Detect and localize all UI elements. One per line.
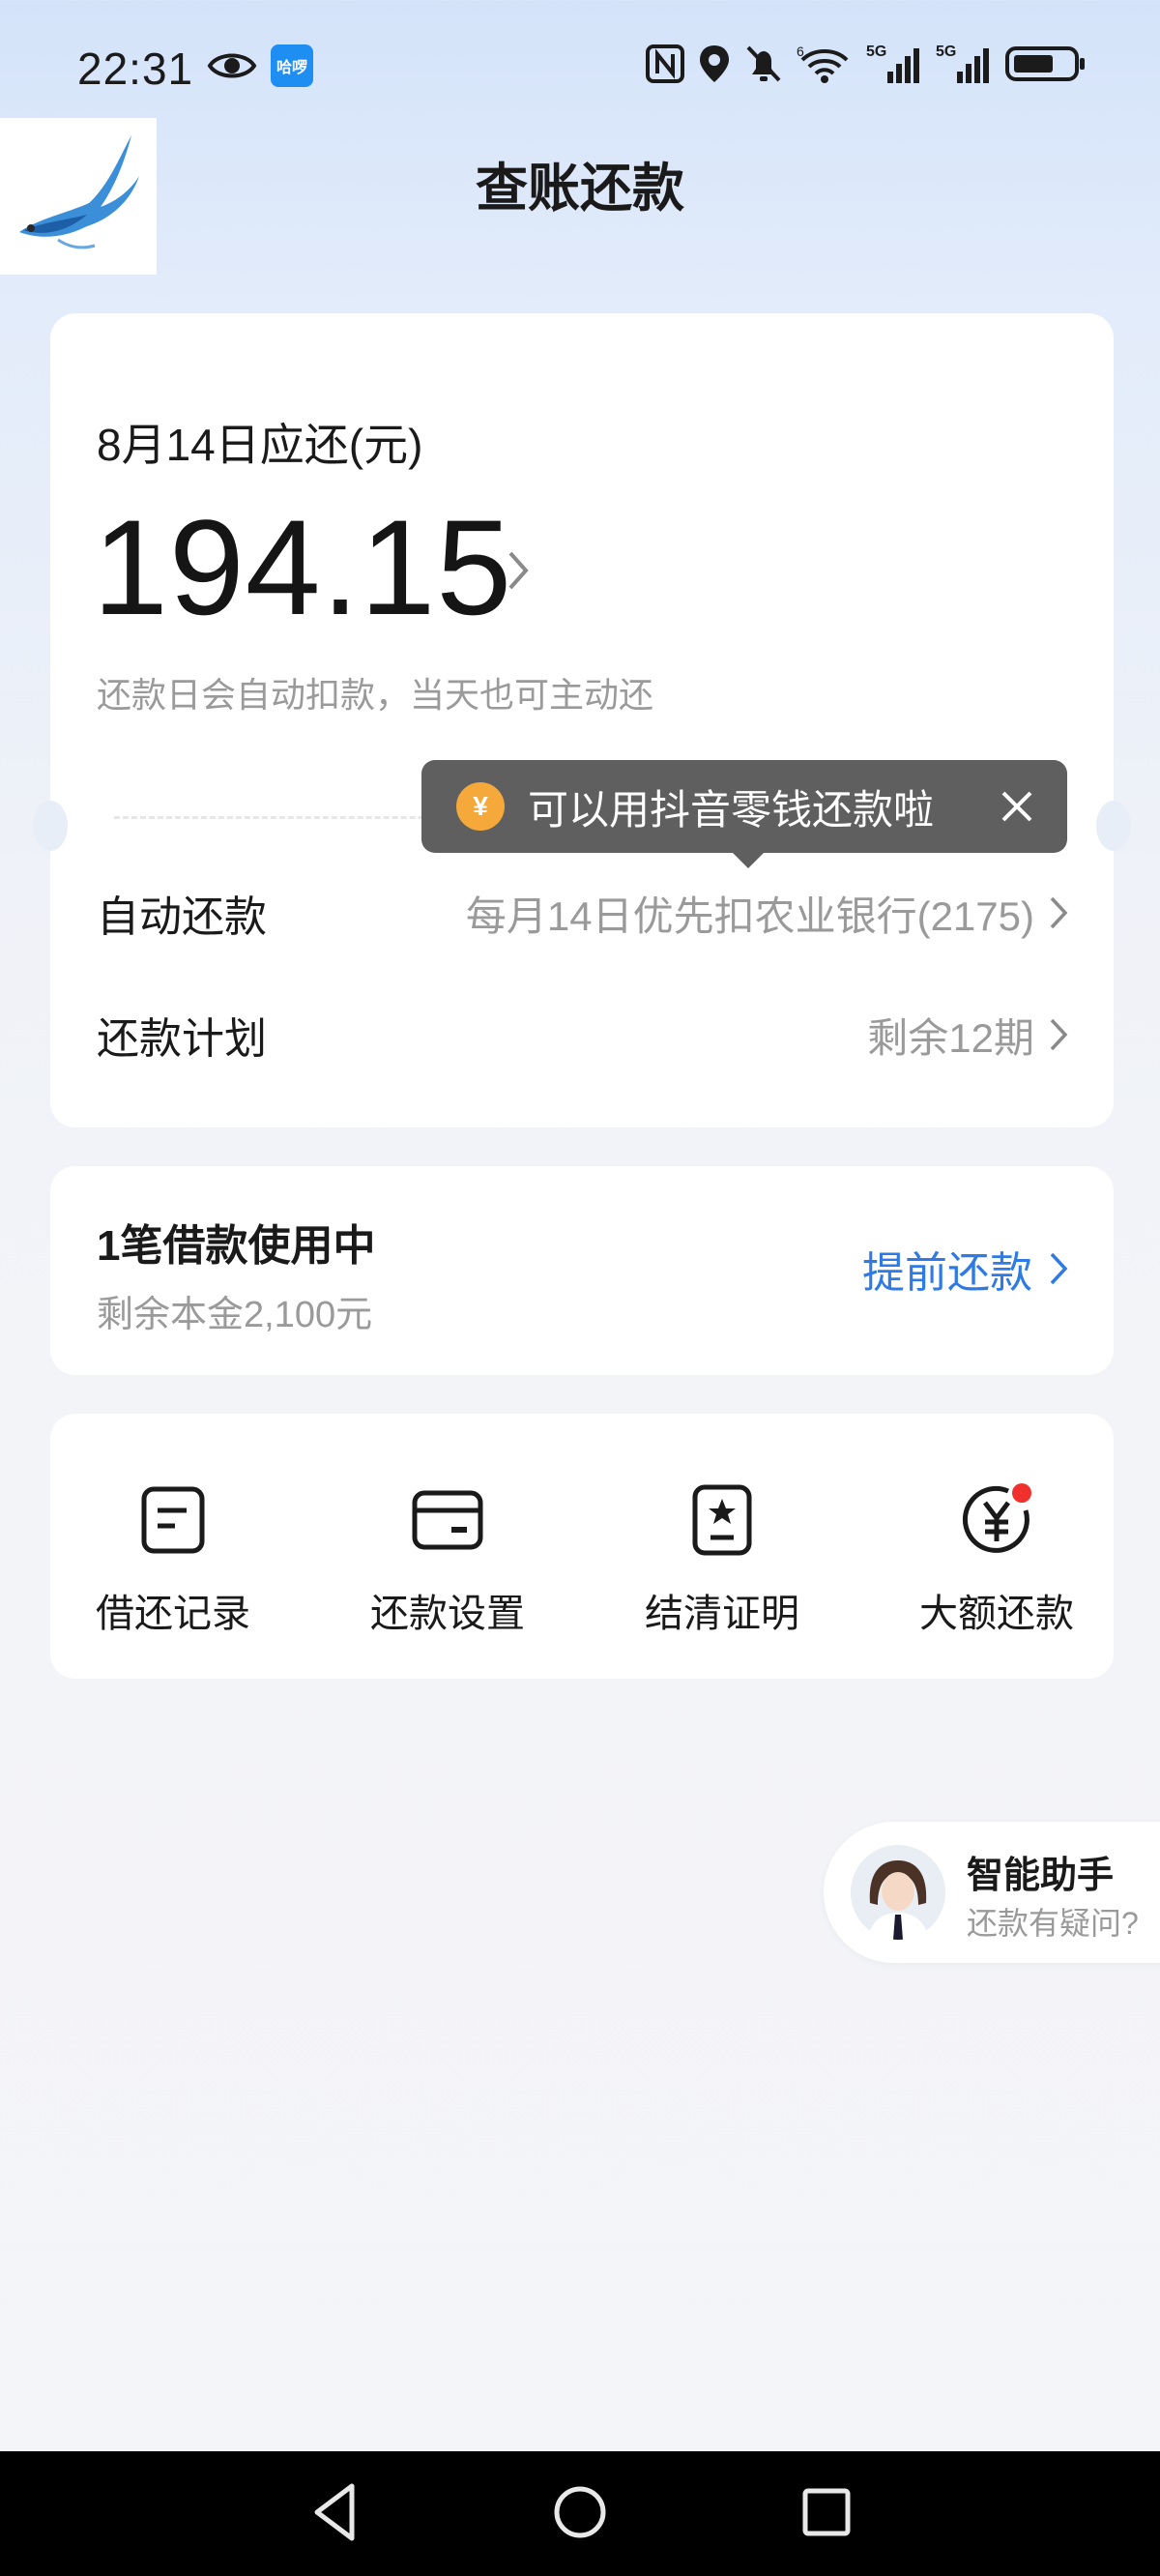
auto-repay-value: 每月14日优先扣农业银行(2175) [466,884,1069,943]
status-time: 22:31 [77,44,194,94]
tool-label: 大额还款 [919,1593,1074,1635]
smart-assistant-button[interactable]: 智能助手 还款有疑问? [824,1822,1160,1963]
auto-repay-label: 自动还款 [97,893,267,941]
auto-repay-row[interactable]: 自动还款 每月14日优先扣农业银行(2175) [97,874,1069,951]
tool-label: 借还记录 [96,1593,250,1635]
mute-bell-icon [746,45,781,82]
tool-loan-records[interactable]: 借还记录 [62,1481,284,1638]
home-icon[interactable] [552,2478,608,2546]
tool-repay-settings[interactable]: 还款设置 [336,1481,559,1638]
recents-icon[interactable] [798,2478,853,2546]
tool-label: 结清证明 [645,1593,799,1635]
svg-text:5G: 5G [866,44,886,60]
battery-icon [1005,46,1085,81]
tool-large-repay[interactable]: 大额还款 [885,1481,1108,1638]
wallet-icon [412,1490,483,1550]
chevron-right-icon [1050,896,1068,929]
ticket-notch-right [1096,801,1131,851]
status-left-icons: 哈啰 [207,44,313,87]
prepay-button[interactable]: 提前还款 [862,1238,1069,1300]
system-nav-bar [0,2451,1160,2576]
notification-dot [1012,1483,1031,1503]
repay-plan-text: 剩余12期 [867,1014,1034,1061]
tool-label: 还款设置 [370,1593,525,1635]
loan-title: 1笔借款使用中 [97,1222,376,1270]
repay-plan-row[interactable]: 还款计划 剩余12期 [97,996,1069,1073]
auto-repay-text: 每月14日优先扣农业银行(2175) [465,893,1034,939]
wifi-icon: 6 [797,44,849,83]
status-right-icons: 6 5G 5G [646,43,1087,85]
status-bar: 22:31 哈啰 6 5G 5G [0,0,1160,126]
chevron-right-icon[interactable] [505,549,532,592]
assistant-avatar [851,1845,945,1940]
due-date-label: 8月14日应还(元) [97,420,423,470]
due-amount[interactable]: 194.15 [93,489,512,646]
chevron-right-icon [1050,1018,1068,1051]
ticket-notch-left [33,801,68,851]
coin-icon: ¥ [456,782,505,831]
due-note: 还款日会自动扣款，当天也可主动还 [97,675,654,715]
page-title: 查账还款 [476,160,684,218]
repay-plan-label: 还款计划 [97,1015,267,1063]
bill-card: 8月14日应还(元) 194.15 还款日会自动扣款，当天也可主动还 自动还款 … [33,313,1131,1127]
yuan-circle-icon [958,1481,1035,1559]
prepay-label: 提前还款 [862,1249,1032,1297]
haluo-app-icon: 哈啰 [271,44,313,87]
remaining-principal: 剩余本金2,100元 [97,1295,373,1335]
certificate-star-icon [692,1484,752,1556]
tool-settlement-proof[interactable]: 结清证明 [611,1481,833,1638]
douyin-wallet-tooltip[interactable]: ¥ 可以用抖音零钱还款啦 [421,760,1067,853]
signal-5g-icon: 5G [866,44,919,83]
assistant-title: 智能助手 [967,1856,1115,1896]
back-icon[interactable] [307,2478,362,2546]
close-icon[interactable] [996,785,1038,828]
tools-card: 借还记录 还款设置 结清证明 大额还款 [50,1414,1114,1679]
loan-card: 1笔借款使用中 剩余本金2,100元 提前还款 [50,1166,1114,1375]
eye-icon [207,53,257,78]
assistant-subtitle: 还款有疑问? [967,1906,1139,1941]
tooltip-arrow [731,851,766,868]
repay-plan-value: 剩余12期 [867,1006,1069,1065]
chevron-right-icon [1050,1252,1068,1285]
tooltip-text: 可以用抖音零钱还款啦 [528,786,935,833]
record-document-icon [141,1486,205,1554]
signal-5g-icon: 5G [936,44,989,83]
location-icon [700,45,729,82]
nfc-icon [646,44,684,83]
svg-text:5G: 5G [936,44,956,60]
